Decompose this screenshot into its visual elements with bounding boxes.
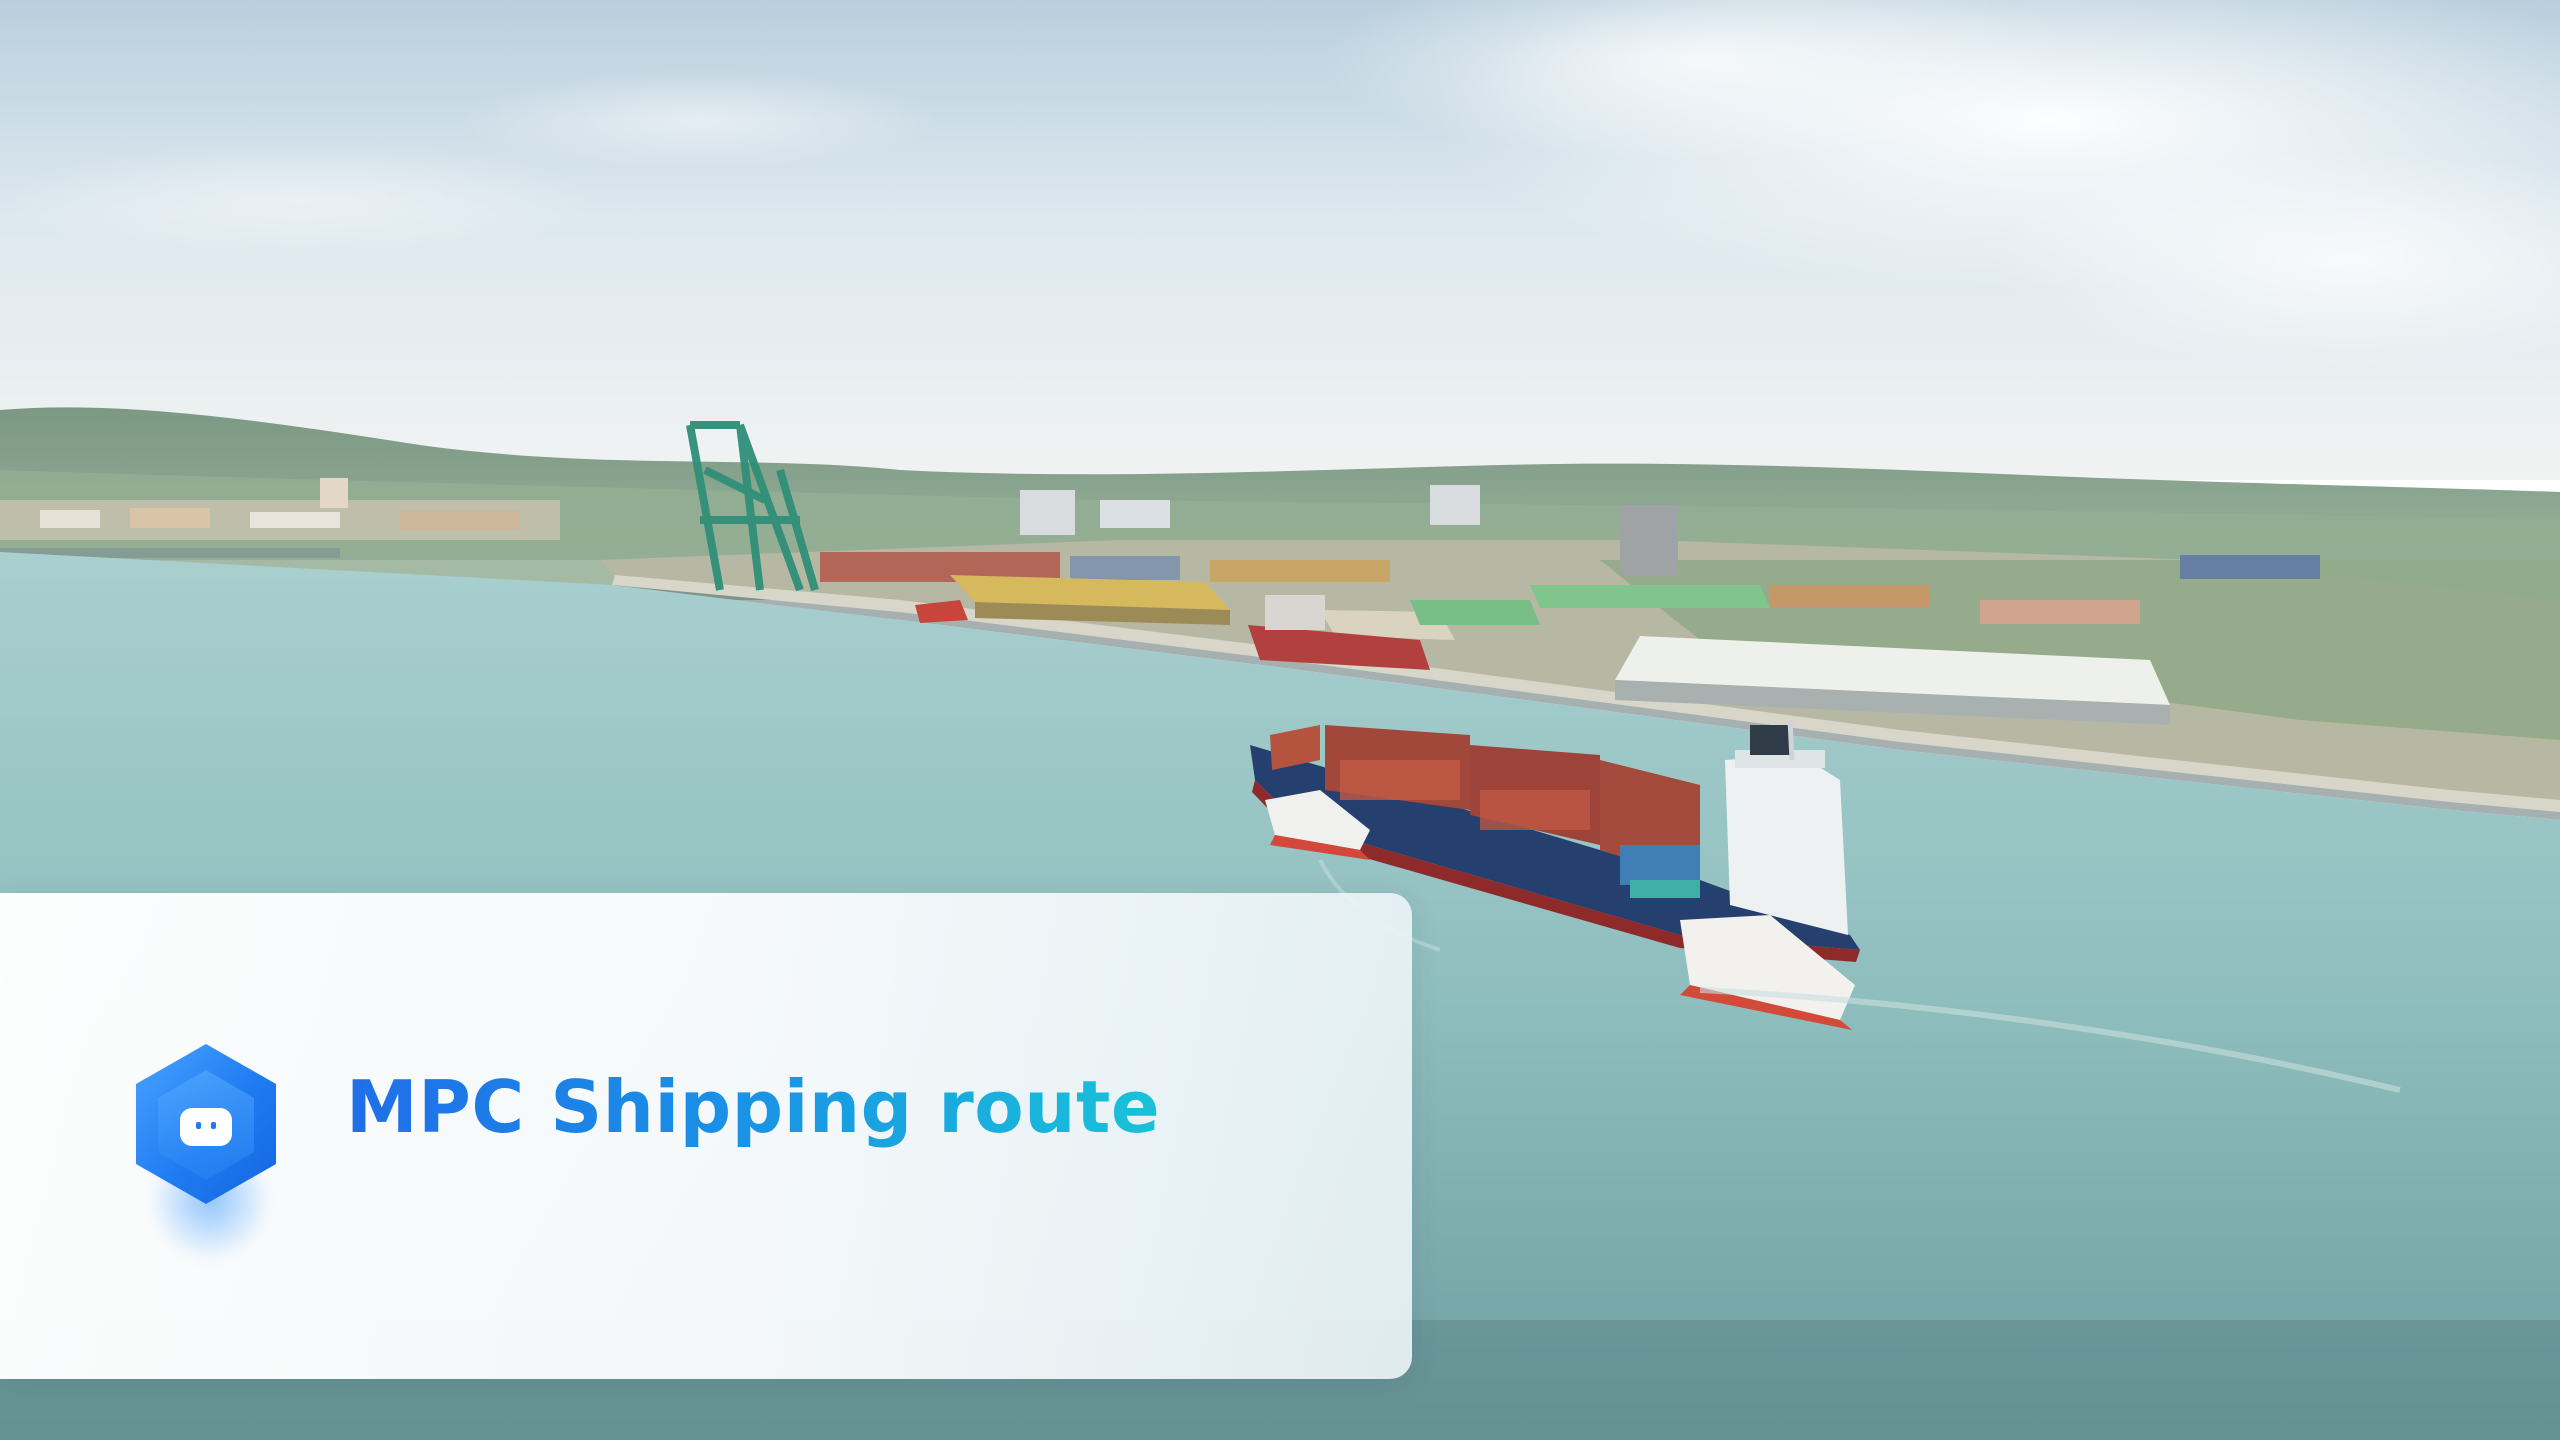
chat-bot-icon	[136, 1044, 276, 1204]
hero-scene: MPC Shipping route	[0, 0, 2560, 1440]
page-title: MPC Shipping route	[346, 1062, 1160, 1152]
